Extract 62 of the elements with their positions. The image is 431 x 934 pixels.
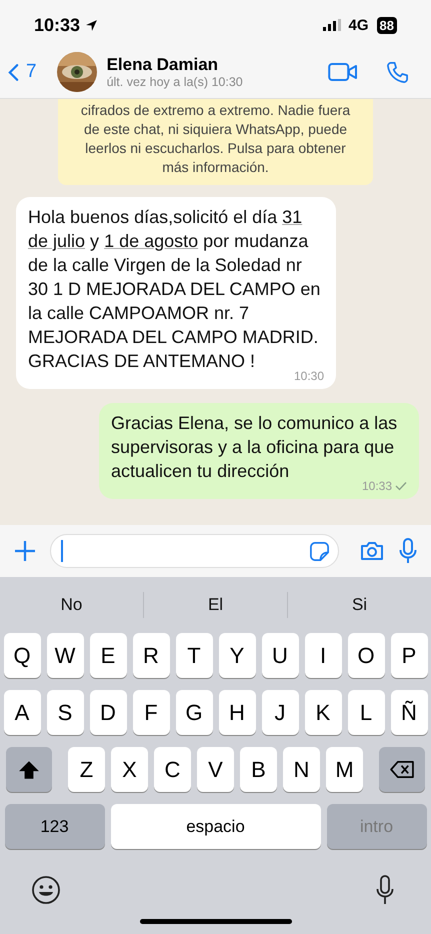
emoji-icon[interactable]	[31, 875, 61, 905]
letter-key[interactable]: F	[132, 690, 170, 735]
camera-icon[interactable]	[359, 540, 385, 562]
back-button[interactable]: 7	[8, 61, 37, 83]
letter-key[interactable]: Y	[218, 633, 256, 678]
phone-icon[interactable]	[386, 60, 409, 84]
word-suggestion[interactable]: El	[144, 594, 287, 616]
letter-key[interactable]: N	[283, 747, 320, 792]
date-link[interactable]: 31	[282, 207, 302, 227]
message-text: Gracias Elena, se lo comunico a las supervisoras y a la oficina para que actualicen tu dirección	[111, 412, 398, 482]
letter-key[interactable]: Ñ	[390, 690, 428, 735]
letter-key[interactable]: C	[154, 747, 191, 792]
letter-key[interactable]: K	[304, 690, 342, 735]
shift-arrow-icon[interactable]	[18, 758, 40, 780]
letter-key[interactable]: H	[218, 690, 256, 735]
letter-key[interactable]: P	[390, 633, 428, 678]
plus-icon[interactable]	[14, 540, 36, 562]
numbers-key[interactable]: 123	[4, 804, 104, 849]
signal-icon	[322, 19, 341, 31]
letter-key[interactable]: V	[197, 747, 234, 792]
letter-key[interactable]: A	[4, 690, 40, 735]
microphone-icon[interactable]	[399, 538, 417, 564]
letter-key[interactable]: I	[304, 633, 342, 678]
letter-key[interactable]: G	[176, 690, 212, 735]
battery-level: 88	[376, 16, 397, 34]
message-time: 10:30	[294, 369, 324, 383]
message-time: 10:33	[362, 479, 392, 493]
contact-name[interactable]: Elena Damian	[106, 55, 318, 75]
chevron-left-icon[interactable]	[8, 62, 19, 82]
letter-key[interactable]: R	[132, 633, 170, 678]
letter-key[interactable]: W	[46, 633, 84, 678]
word-suggestion[interactable]: Si	[288, 594, 431, 616]
last-seen: últ. vez hoy a la(s) 10:30	[106, 75, 244, 89]
message-text: Hola buenos días,solicitó el día 31 de julio y 1 de agosto por mudanza de la calle Virgen de la Soledad nr 30 1 D MEJORADA DEL CAMPO en la calle CAMPOAMOR nr. 7 MEJORADA DEL CAMPO MADRID. GRACIAS DE ANTEMANO !	[28, 206, 322, 372]
letter-key[interactable]: T	[176, 633, 212, 678]
location-arrow-icon	[85, 18, 98, 32]
letter-key[interactable]: Z	[68, 747, 105, 792]
letter-key[interactable]: L	[348, 690, 384, 735]
letter-key[interactable]: J	[262, 690, 298, 735]
video-call-icon[interactable]	[328, 62, 358, 82]
backspace-key[interactable]	[379, 747, 425, 792]
word-suggestion[interactable]: No	[0, 594, 143, 616]
letter-key[interactable]: Q	[4, 633, 40, 678]
dictation-icon[interactable]	[376, 875, 394, 905]
message-input[interactable]	[50, 534, 339, 568]
letter-key[interactable]: O	[348, 633, 384, 678]
sticker-icon[interactable]	[309, 540, 330, 562]
letter-key[interactable]: X	[111, 747, 148, 792]
backspace-icon[interactable]	[390, 760, 414, 779]
letter-key[interactable]: U	[262, 633, 298, 678]
network-label: 4G	[348, 16, 369, 34]
letter-key[interactable]: S	[46, 690, 84, 735]
shift-key[interactable]	[6, 747, 52, 792]
date-link[interactable]: 1 de agosto	[104, 231, 198, 251]
status-time: 10:33	[34, 14, 80, 36]
letter-key[interactable]: D	[90, 690, 126, 735]
date-link[interactable]: de julio	[28, 231, 86, 251]
space-key[interactable]: espacio	[110, 804, 320, 849]
encryption-notice[interactable]: cifrados de extremo a extremo. Nadie fuera de este chat, ni siquiera WhatsApp, puede leerlos ni escucharlos. Pulsa para obtener más información.	[58, 99, 373, 185]
letter-key[interactable]: M	[326, 747, 363, 792]
letter-key[interactable]: E	[90, 633, 126, 678]
letter-key[interactable]: B	[240, 747, 277, 792]
